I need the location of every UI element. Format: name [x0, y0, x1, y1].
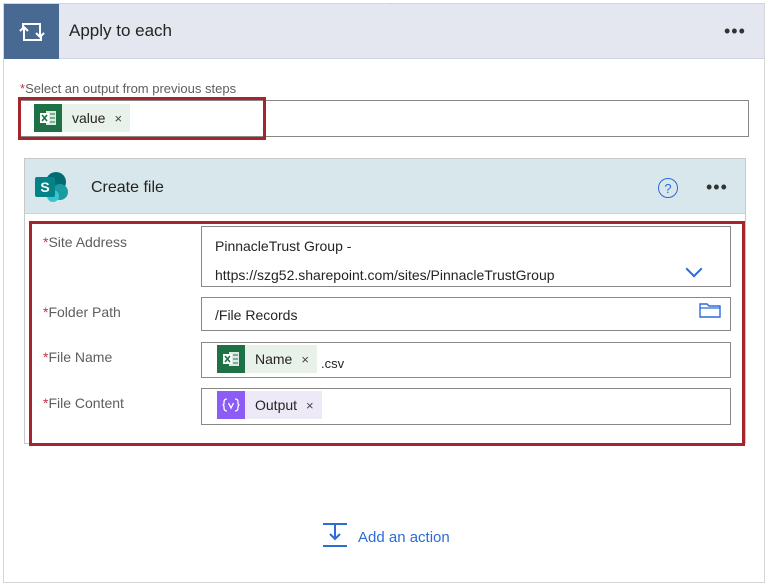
select-output-label: *Select an output from previous steps: [20, 81, 236, 96]
add-action-icon: [322, 522, 348, 553]
add-an-action-button[interactable]: Add an action: [322, 522, 450, 553]
more-options-icon[interactable]: •••: [724, 22, 746, 40]
select-output-highlight: [18, 97, 266, 140]
add-action-label: Add an action: [358, 529, 450, 546]
apply-to-each-title: Apply to each: [69, 21, 173, 40]
create-file-header[interactable]: S Create file ? •••: [25, 159, 745, 214]
svg-text:S: S: [40, 179, 49, 195]
more-options-icon[interactable]: •••: [706, 178, 728, 196]
loop-icon: [4, 4, 59, 59]
apply-to-each-header[interactable]: Apply to each •••: [4, 4, 764, 59]
select-output-label-text: Select an output from previous steps: [25, 81, 237, 96]
sharepoint-icon: S: [34, 171, 70, 203]
fields-highlight: [29, 221, 745, 446]
create-file-title: Create file: [91, 179, 164, 196]
help-icon[interactable]: ?: [658, 178, 678, 198]
create-file-card: S Create file ? ••• *Site Address Pinnac…: [24, 158, 746, 446]
apply-to-each-card: Apply to each ••• *Select an output from…: [3, 0, 765, 583]
